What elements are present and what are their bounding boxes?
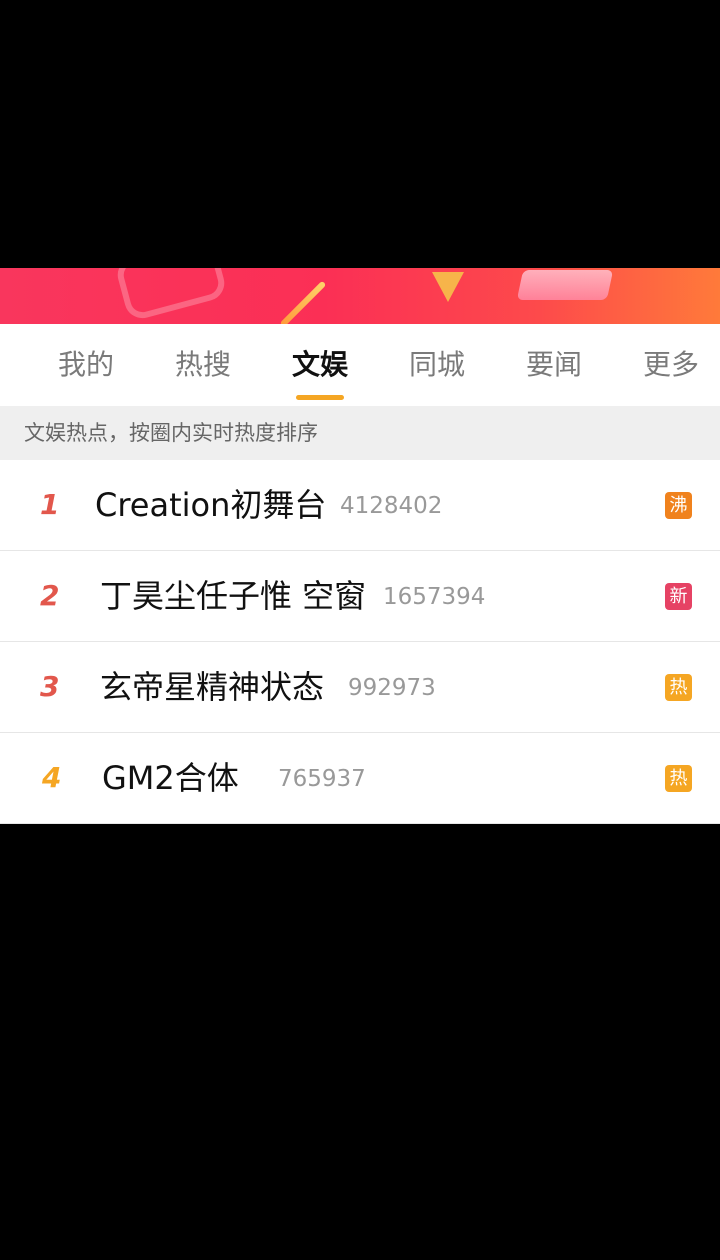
rank-number: 3 — [40, 670, 60, 703]
hot-badge: 热 — [665, 765, 692, 792]
topic-title[interactable]: 丁昊尘任子惟 空窗 — [100, 551, 366, 641]
banner-decoration — [516, 270, 614, 300]
list-item[interactable]: 4 GM2合体 765937 热 — [0, 733, 720, 824]
heat-count: 765937 — [278, 766, 366, 792]
section-subtitle: 文娱热点，按圈内实时热度排序 — [0, 406, 720, 460]
boil-badge: 沸 — [665, 492, 692, 519]
active-tab-indicator — [296, 395, 344, 400]
new-badge: 新 — [665, 583, 692, 610]
hot-search-panel: 我的 热搜 文娱 同城 要闻 更多 文娱热点，按圈内实时热度排序 1 Creat… — [0, 268, 720, 824]
header-banner — [0, 268, 720, 324]
banner-decoration — [279, 280, 327, 324]
list-item[interactable]: 3 玄帝星精神状态 992973 热 — [0, 642, 720, 733]
list-item[interactable]: 2 丁昊尘任子惟 空窗 1657394 新 — [0, 551, 720, 642]
banner-decoration — [432, 272, 464, 302]
heat-count: 992973 — [348, 675, 436, 701]
tab-local[interactable]: 同城 — [407, 324, 467, 406]
tab-hot-search[interactable]: 热搜 — [173, 324, 233, 406]
tab-mine[interactable]: 我的 — [56, 324, 116, 406]
tab-more[interactable]: 更多 — [641, 324, 701, 406]
screen: 我的 热搜 文娱 同城 要闻 更多 文娱热点，按圈内实时热度排序 1 Creat… — [0, 0, 720, 1260]
rank-number: 2 — [40, 579, 60, 612]
heat-count: 4128402 — [340, 493, 443, 519]
list-item[interactable]: 1 Creation初舞台 4128402 沸 — [0, 460, 720, 551]
tab-news[interactable]: 要闻 — [524, 324, 584, 406]
topic-title[interactable]: Creation初舞台 — [95, 460, 326, 550]
heat-count: 1657394 — [383, 584, 486, 610]
topic-title[interactable]: GM2合体 — [102, 733, 239, 823]
trending-list: 1 Creation初舞台 4128402 沸 2 丁昊尘任子惟 空窗 1657… — [0, 460, 720, 824]
rank-number: 1 — [40, 488, 60, 521]
topic-title[interactable]: 玄帝星精神状态 — [100, 642, 324, 732]
rank-number: 4 — [42, 761, 62, 794]
banner-decoration — [113, 268, 229, 323]
tab-entertainment[interactable]: 文娱 — [290, 324, 350, 406]
category-tabs: 我的 热搜 文娱 同城 要闻 更多 — [0, 324, 720, 406]
hot-badge: 热 — [665, 674, 692, 701]
